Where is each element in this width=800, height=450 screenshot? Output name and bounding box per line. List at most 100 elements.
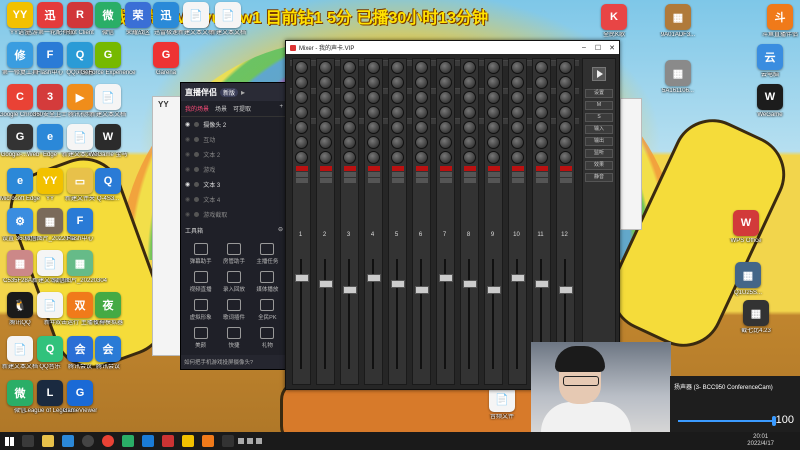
tab-scene[interactable]: 场景 — [215, 104, 227, 113]
knob[interactable] — [343, 121, 356, 134]
desktop-icon[interactable]: G GeForce Experience — [78, 42, 138, 77]
fader-handle[interactable] — [487, 286, 501, 294]
knob[interactable] — [367, 106, 380, 119]
layer-item[interactable]: ◉ 文本 2 — [181, 147, 287, 162]
knob[interactable] — [463, 76, 476, 89]
mute-button[interactable] — [511, 166, 524, 171]
solo-button[interactable] — [367, 172, 380, 177]
desktop-icon[interactable]: 斗斗鱼直播伴侣 — [750, 4, 800, 39]
channel-select-button[interactable] — [511, 178, 524, 183]
knob[interactable] — [559, 76, 572, 89]
fader-handle[interactable] — [439, 274, 453, 282]
knob[interactable] — [439, 151, 452, 164]
mute-button[interactable] — [487, 166, 500, 171]
desktop-icon[interactable]: K 全民K歌 — [584, 4, 644, 39]
network-icon[interactable] — [238, 438, 244, 444]
knob[interactable] — [415, 76, 428, 89]
knob[interactable] — [463, 136, 476, 149]
mixer-side-button[interactable]: 静音 — [585, 173, 613, 182]
desktop-icon[interactable]: Q Q-4S3... — [78, 168, 138, 203]
fader-handle[interactable] — [343, 286, 357, 294]
qq-taskbar-icon[interactable] — [142, 435, 154, 447]
tool-button[interactable]: 快捷 — [218, 327, 249, 349]
knob[interactable] — [391, 106, 404, 119]
eye-icon[interactable]: ◉ — [185, 121, 190, 128]
desktop-icon[interactable]: ▦ 截七比4.23 — [726, 300, 786, 335]
volume-slider[interactable] — [678, 420, 774, 422]
dropdown-arrow-icon[interactable]: ▸ — [241, 88, 245, 97]
tool-button[interactable]: 媒体播放 — [252, 271, 283, 293]
add-icon[interactable]: + — [279, 104, 283, 113]
knob[interactable] — [559, 121, 572, 134]
desktop-icon[interactable]: G GameViewer — [50, 380, 110, 415]
clock[interactable]: 20:01 2022/4/17 — [747, 434, 800, 448]
close-icon[interactable]: ✕ — [605, 44, 619, 52]
desktop-icon[interactable]: 会腾讯会议 — [78, 336, 138, 371]
solo-button[interactable] — [487, 172, 500, 177]
tool-button[interactable]: 歌词插件 — [218, 299, 249, 321]
solo-button[interactable] — [439, 172, 452, 177]
knob[interactable] — [343, 136, 356, 149]
knob[interactable] — [295, 106, 308, 119]
layer-item[interactable]: ◉ 摄像头 2 — [181, 117, 287, 132]
knob[interactable] — [487, 91, 500, 104]
desktop-icon[interactable]: Q QQ音乐 — [20, 336, 80, 371]
fader-handle[interactable] — [367, 274, 381, 282]
knob[interactable] — [511, 106, 524, 119]
lock-icon[interactable] — [194, 212, 200, 217]
solo-button[interactable] — [415, 172, 428, 177]
knob[interactable] — [391, 91, 404, 104]
knob[interactable] — [295, 121, 308, 134]
solo-button[interactable] — [535, 172, 548, 177]
companion-taskbar-icon[interactable] — [222, 435, 234, 447]
knob[interactable] — [487, 76, 500, 89]
obs-taskbar-icon[interactable] — [82, 435, 94, 447]
mute-button[interactable] — [439, 166, 452, 171]
channel-select-button[interactable] — [391, 178, 404, 183]
douyu-taskbar-icon[interactable] — [202, 435, 214, 447]
channel-select-button[interactable] — [295, 178, 308, 183]
knob[interactable] — [415, 106, 428, 119]
tool-button[interactable]: 全民PK — [252, 299, 283, 321]
eye-icon[interactable]: ◉ — [185, 181, 190, 188]
knob[interactable] — [319, 121, 332, 134]
knob[interactable] — [511, 136, 524, 149]
tool-button[interactable]: 礼物 — [252, 327, 283, 349]
knob[interactable] — [487, 61, 500, 74]
play-icon[interactable] — [592, 67, 606, 81]
eye-icon[interactable]: ◉ — [185, 136, 190, 143]
search-taskbar-icon[interactable] — [22, 435, 34, 447]
knob[interactable] — [487, 151, 500, 164]
lock-icon[interactable] — [194, 182, 200, 187]
channel-select-button[interactable] — [463, 178, 476, 183]
tool-button[interactable]: 弹幕助手 — [185, 243, 216, 265]
tool-button[interactable]: 美颜 — [185, 327, 216, 349]
layer-item[interactable]: ◉ 互动 — [181, 132, 287, 147]
knob[interactable] — [391, 61, 404, 74]
knob[interactable] — [367, 91, 380, 104]
lock-icon[interactable] — [194, 197, 200, 202]
knob[interactable] — [487, 121, 500, 134]
solo-button[interactable] — [319, 172, 332, 177]
knob[interactable] — [295, 61, 308, 74]
fader-handle[interactable] — [391, 280, 405, 288]
mixer-side-button[interactable]: 输出 — [585, 137, 613, 146]
fader-handle[interactable] — [559, 286, 573, 294]
knob[interactable] — [367, 136, 380, 149]
channel-select-button[interactable] — [439, 178, 452, 183]
knob[interactable] — [511, 91, 524, 104]
knob[interactable] — [319, 76, 332, 89]
mute-button[interactable] — [343, 166, 356, 171]
fader-handle[interactable] — [463, 280, 477, 288]
mute-button[interactable] — [367, 166, 380, 171]
mixer-side-button[interactable]: 输入 — [585, 125, 613, 134]
channel-select-button[interactable] — [319, 178, 332, 183]
knob[interactable] — [343, 106, 356, 119]
lock-icon[interactable] — [194, 137, 200, 142]
mute-button[interactable] — [535, 166, 548, 171]
maximize-icon[interactable]: ☐ — [591, 44, 605, 52]
knob[interactable] — [535, 106, 548, 119]
yy-taskbar-icon[interactable] — [182, 435, 194, 447]
mute-button[interactable] — [415, 166, 428, 171]
version-badge[interactable]: 新版 — [220, 87, 239, 97]
